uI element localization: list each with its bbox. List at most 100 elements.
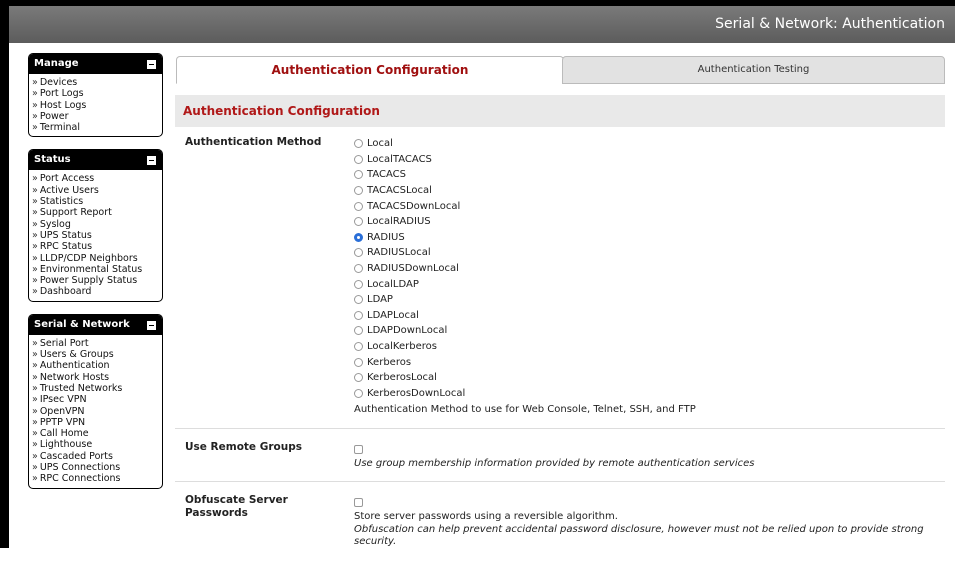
auth-method-option-label: LocalLDAP	[367, 278, 419, 290]
tab-authentication-configuration[interactable]: Authentication Configuration	[176, 56, 564, 84]
radio-button[interactable]	[354, 279, 363, 289]
sidebar-item-serial-network[interactable]: » Lighthouse	[32, 439, 158, 450]
sidebar-item-status[interactable]: » UPS Status	[32, 230, 158, 241]
auth-method-option[interactable]: TACACS	[354, 167, 696, 183]
auth-method-option[interactable]: TACACSDownLocal	[354, 198, 696, 214]
auth-method-option[interactable]: Local	[354, 136, 696, 152]
sidebar-item-status[interactable]: » LLDP/CDP Neighbors	[32, 253, 158, 264]
auth-method-option[interactable]: LocalRADIUS	[354, 214, 696, 230]
page-header: Serial & Network: Authentication	[9, 6, 955, 43]
auth-method-option[interactable]: LocalLDAP	[354, 276, 696, 292]
sidebar-item-status[interactable]: » Port Access	[32, 173, 158, 184]
sidebar-item-status[interactable]: » Dashboard	[32, 286, 158, 297]
radio-button[interactable]	[354, 373, 363, 383]
radio-button[interactable]	[354, 217, 363, 227]
arrow-icon: »	[32, 394, 38, 406]
manage-panel-header: Manage	[29, 54, 162, 74]
sidebar-item-label: Lighthouse	[39, 439, 93, 451]
auth-method-option[interactable]: KerberosDownLocal	[354, 386, 696, 402]
sidebar-item-serial-network[interactable]: » Network Hosts	[32, 372, 158, 383]
sidebar-item-manage[interactable]: » Devices	[32, 77, 158, 88]
sidebar-item-manage[interactable]: » Host Logs	[32, 100, 158, 111]
auth-method-option[interactable]: LDAPDownLocal	[354, 323, 696, 339]
sidebar-item-label: Environmental Status	[39, 263, 143, 275]
auth-method-option[interactable]: RADIUSLocal	[354, 245, 696, 261]
arrow-icon: »	[32, 99, 38, 111]
radio-button[interactable]	[354, 154, 363, 164]
sidebar-item-status[interactable]: » Power Supply Status	[32, 275, 158, 286]
sidebar-item-serial-network[interactable]: » Serial Port	[32, 338, 158, 349]
auth-method-option[interactable]: RADIUS	[354, 230, 696, 246]
auth-method-option[interactable]: LocalKerberos	[354, 339, 696, 355]
tab-authentication-testing[interactable]: Authentication Testing	[562, 56, 945, 84]
auth-method-option[interactable]: KerberosLocal	[354, 370, 696, 386]
remote-groups-content: Use group membership information provide…	[354, 445, 755, 469]
arrow-icon: »	[32, 252, 38, 264]
radio-button[interactable]	[354, 310, 363, 320]
sidebar-item-serial-network[interactable]: » RPC Connections	[32, 473, 158, 484]
arrow-icon: »	[32, 184, 38, 196]
status-menu: » Port Access» Active Users» Statistics» Sup…	[29, 170, 162, 300]
auth-method-option[interactable]: LDAP	[354, 292, 696, 308]
sidebar-item-status[interactable]: » Syslog	[32, 219, 158, 230]
sidebar-item-label: OpenVPN	[39, 405, 85, 417]
radio-button[interactable]	[354, 201, 363, 211]
window-frame-left	[0, 0, 9, 548]
sidebar-item-status[interactable]: » Active Users	[32, 185, 158, 196]
sidebar-item-serial-network[interactable]: » UPS Connections	[32, 462, 158, 473]
manage-panel: Manage » Devices» Port Logs» Host Logs» Powe…	[28, 53, 163, 138]
arrow-icon: »	[32, 428, 38, 440]
arrow-icon: »	[32, 286, 38, 298]
sidebar-item-status[interactable]: » Statistics	[32, 196, 158, 207]
sidebar-item-label: Network Hosts	[39, 371, 110, 383]
sidebar-item-serial-network[interactable]: » Trusted Networks	[32, 383, 158, 394]
radio-button[interactable]	[354, 264, 363, 274]
sidebar-item-label: Power	[39, 110, 69, 122]
obfuscate-label: Obfuscate Server Passwords	[185, 494, 288, 520]
sidebar-item-serial-network[interactable]: » OpenVPN	[32, 406, 158, 417]
sidebar-item-manage[interactable]: » Power	[32, 111, 158, 122]
sidebar-item-manage[interactable]: » Port Logs	[32, 88, 158, 99]
radio-button[interactable]	[354, 295, 363, 305]
sidebar-item-serial-network[interactable]: » Authentication	[32, 360, 158, 371]
sidebar-item-status[interactable]: » Support Report	[32, 207, 158, 218]
auth-method-option[interactable]: RADIUSDownLocal	[354, 261, 696, 277]
radio-button[interactable]	[354, 388, 363, 398]
collapse-icon[interactable]	[147, 60, 156, 69]
radio-button[interactable]	[354, 248, 363, 258]
sidebar-item-serial-network[interactable]: » Users & Groups	[32, 349, 158, 360]
collapse-icon[interactable]	[147, 320, 156, 330]
auth-method-option[interactable]: Kerberos	[354, 354, 696, 370]
remote-groups-checkbox[interactable]	[354, 445, 363, 454]
radio-button[interactable]	[354, 186, 363, 196]
radio-button[interactable]	[354, 357, 363, 367]
remote-groups-label: Use Remote Groups	[185, 441, 302, 453]
sidebar-item-label: PPTP VPN	[39, 416, 86, 428]
obfuscate-checkbox[interactable]	[354, 498, 363, 507]
tab-bar: Authentication Configuration Authenticat…	[175, 56, 945, 84]
sidebar-item-status[interactable]: » Environmental Status	[32, 264, 158, 275]
sidebar-item-status[interactable]: » RPC Status	[32, 241, 158, 252]
sidebar-item-serial-network[interactable]: » IPsec VPN	[32, 394, 158, 405]
auth-method-options: Local LocalTACACS TACACS TACACSLocal TACACSD…	[354, 136, 696, 415]
obfuscate-row: Obfuscate Server Passwords Store server …	[175, 482, 945, 562]
auth-method-option[interactable]: LDAPLocal	[354, 308, 696, 324]
sidebar-item-label: Support Report	[39, 207, 112, 219]
radio-button[interactable]	[354, 170, 363, 180]
collapse-icon[interactable]	[147, 156, 156, 166]
arrow-icon: »	[32, 439, 38, 451]
sidebar-item-serial-network[interactable]: » Cascaded Ports	[32, 451, 158, 462]
radio-button[interactable]	[354, 342, 363, 352]
sidebar-item-label: Authentication	[39, 360, 110, 372]
sidebar-item-manage[interactable]: » Terminal	[32, 122, 158, 133]
radio-button[interactable]	[354, 326, 363, 336]
auth-method-option[interactable]: TACACSLocal	[354, 183, 696, 199]
auth-method-option[interactable]: LocalTACACS	[354, 152, 696, 168]
radio-button[interactable]	[354, 232, 363, 242]
auth-method-option-label: RADIUSLocal	[367, 247, 431, 259]
sidebar-item-serial-network[interactable]: » PPTP VPN	[32, 417, 158, 428]
radio-button[interactable]	[354, 139, 363, 149]
auth-method-option-label: RADIUSDownLocal	[367, 263, 459, 275]
sidebar-item-serial-network[interactable]: » Call Home	[32, 428, 158, 439]
auth-method-option-label: LocalTACACS	[367, 153, 432, 165]
